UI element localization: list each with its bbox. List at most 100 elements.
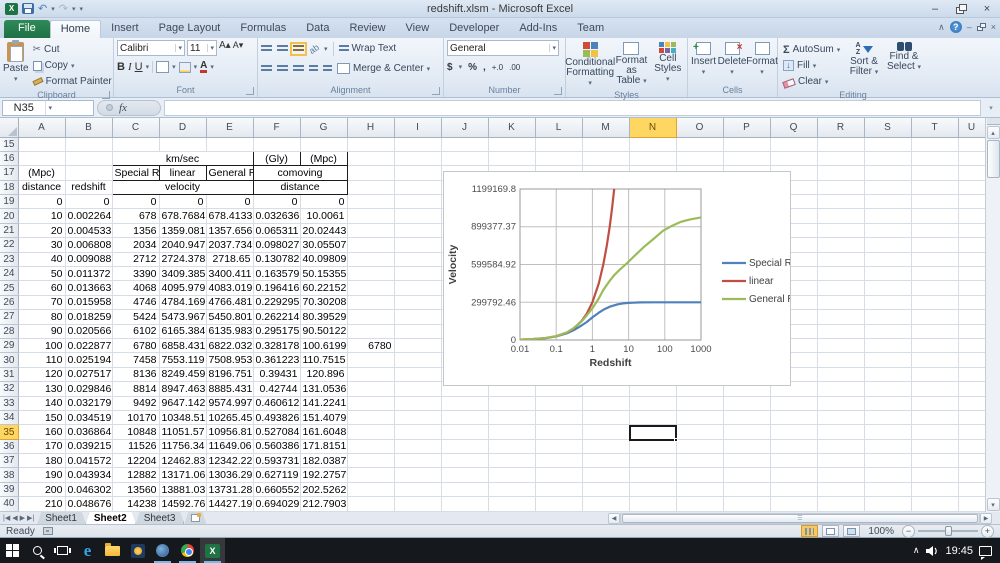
cell[interactable] xyxy=(488,424,536,440)
cell-c21[interactable]: 1356 xyxy=(112,223,160,239)
column-header-s[interactable]: S xyxy=(864,118,912,138)
sheet-tab-sheet2[interactable]: Sheet2 xyxy=(86,512,136,524)
cell-f19[interactable]: 0 xyxy=(253,194,301,210)
align-bottom-button[interactable] xyxy=(290,41,307,56)
font-color-button[interactable]: A xyxy=(200,61,208,73)
cell[interactable] xyxy=(911,324,959,339)
cell-d38[interactable]: 13171.06 xyxy=(159,467,207,483)
cell[interactable] xyxy=(347,309,395,325)
cell-b23[interactable]: 0.009088 xyxy=(65,252,113,268)
cell-d26[interactable]: 4784.169 xyxy=(159,295,207,311)
cell-c35[interactable]: 10848 xyxy=(112,424,160,440)
cell-b34[interactable]: 0.034519 xyxy=(65,410,113,426)
cell[interactable] xyxy=(770,410,818,426)
cell-a22[interactable]: 30 xyxy=(18,237,66,253)
cell[interactable] xyxy=(394,137,442,152)
merge-center-button[interactable]: Merge & Center ▾ xyxy=(337,63,430,74)
cell[interactable] xyxy=(864,381,912,397)
cell[interactable] xyxy=(18,137,66,152)
cell[interactable] xyxy=(347,208,395,224)
cell-c26[interactable]: 4746 xyxy=(112,295,160,311)
cell[interactable] xyxy=(488,453,536,469)
cell[interactable] xyxy=(723,482,771,498)
wrap-text-button[interactable]: Wrap Text xyxy=(338,43,396,54)
cell-e33[interactable]: 9574.997 xyxy=(206,396,254,411)
cell[interactable] xyxy=(911,295,959,311)
cell-e39[interactable]: 13731.28 xyxy=(206,482,254,498)
cell[interactable] xyxy=(394,410,442,426)
cell-f36[interactable]: 0.560386 xyxy=(253,439,301,455)
cell[interactable] xyxy=(958,252,986,268)
cell-e28[interactable]: 6135.983 xyxy=(206,324,254,339)
active-cell-n35[interactable] xyxy=(629,425,678,442)
cell-styles-button[interactable]: Cell Styles ▾ xyxy=(652,40,684,85)
cell[interactable] xyxy=(911,482,959,498)
cell[interactable] xyxy=(65,137,113,152)
cell[interactable] xyxy=(864,295,912,311)
first-sheet-icon[interactable]: |◀ xyxy=(3,514,10,522)
cell[interactable] xyxy=(817,208,865,224)
cell-a38[interactable]: 190 xyxy=(18,467,66,483)
cell-g30[interactable]: 110.7515 xyxy=(300,352,348,368)
cell-b21[interactable]: 0.004533 xyxy=(65,223,113,239)
find-select-button[interactable]: Find & Select ▾ xyxy=(885,40,923,73)
row-header-16[interactable]: 16 xyxy=(0,151,19,167)
cell[interactable] xyxy=(394,482,442,498)
cell[interactable] xyxy=(394,338,442,354)
paste-dropdown-icon[interactable]: ▾ xyxy=(14,75,18,83)
cell[interactable] xyxy=(582,453,630,469)
cell-a36[interactable]: 170 xyxy=(18,439,66,455)
cell[interactable] xyxy=(629,496,677,512)
cell[interactable] xyxy=(817,424,865,440)
underline-button[interactable]: U xyxy=(135,61,143,73)
cell[interactable] xyxy=(394,266,442,282)
speaker-icon[interactable] xyxy=(925,545,939,557)
cell[interactable] xyxy=(394,252,442,268)
cell-a19[interactable]: 0 xyxy=(18,194,66,210)
last-sheet-icon[interactable]: ▶| xyxy=(27,514,34,522)
cell[interactable] xyxy=(864,252,912,268)
cell-e27[interactable]: 5450.801 xyxy=(206,309,254,325)
cell[interactable] xyxy=(347,396,395,411)
cell[interactable] xyxy=(958,266,986,282)
cell-g19[interactable]: 0 xyxy=(300,194,348,210)
cell[interactable] xyxy=(347,137,395,152)
cell-b26[interactable]: 0.015958 xyxy=(65,295,113,311)
cell-b24[interactable]: 0.011372 xyxy=(65,266,113,282)
cell[interactable] xyxy=(958,453,986,469)
insert-worksheet-tab[interactable] xyxy=(184,512,206,524)
row-header-36[interactable]: 36 xyxy=(0,439,19,455)
zoom-slider-thumb[interactable] xyxy=(945,526,952,536)
cell-d33[interactable]: 9647.142 xyxy=(159,396,207,411)
cell[interactable] xyxy=(347,165,395,181)
cell[interactable] xyxy=(65,165,113,181)
column-header-g[interactable]: G xyxy=(300,118,348,138)
cell[interactable] xyxy=(911,439,959,455)
insert-cells-button[interactable]: + Insert ▾ xyxy=(691,40,716,76)
cell-d20[interactable]: 678.7684 xyxy=(159,208,207,224)
cell[interactable] xyxy=(394,208,442,224)
orientation-button[interactable]: ab xyxy=(307,42,321,56)
cell[interactable] xyxy=(864,482,912,498)
cell-c16[interactable]: km/sec xyxy=(111,150,254,167)
cell[interactable] xyxy=(817,496,865,512)
cell-b39[interactable]: 0.046302 xyxy=(65,482,113,498)
cell[interactable] xyxy=(817,280,865,296)
cell-a32[interactable]: 130 xyxy=(18,381,66,397)
row-header-35[interactable]: 35 xyxy=(0,424,19,440)
align-top-button[interactable] xyxy=(261,44,272,53)
cell[interactable] xyxy=(770,467,818,483)
row-header-21[interactable]: 21 xyxy=(0,223,19,239)
cell-c27[interactable]: 5424 xyxy=(112,309,160,325)
expand-formula-bar-icon[interactable]: ▾ xyxy=(984,104,998,112)
cell[interactable] xyxy=(488,496,536,512)
cell[interactable] xyxy=(817,165,865,181)
cell-g20[interactable]: 10.0061 xyxy=(300,208,348,224)
cell[interactable] xyxy=(911,424,959,440)
cell[interactable] xyxy=(112,137,160,152)
cell[interactable] xyxy=(723,496,771,512)
cell[interactable] xyxy=(441,482,489,498)
column-header-h[interactable]: H xyxy=(347,118,395,138)
cell[interactable] xyxy=(535,439,583,455)
cell-f31[interactable]: 0.39431 xyxy=(253,367,301,383)
